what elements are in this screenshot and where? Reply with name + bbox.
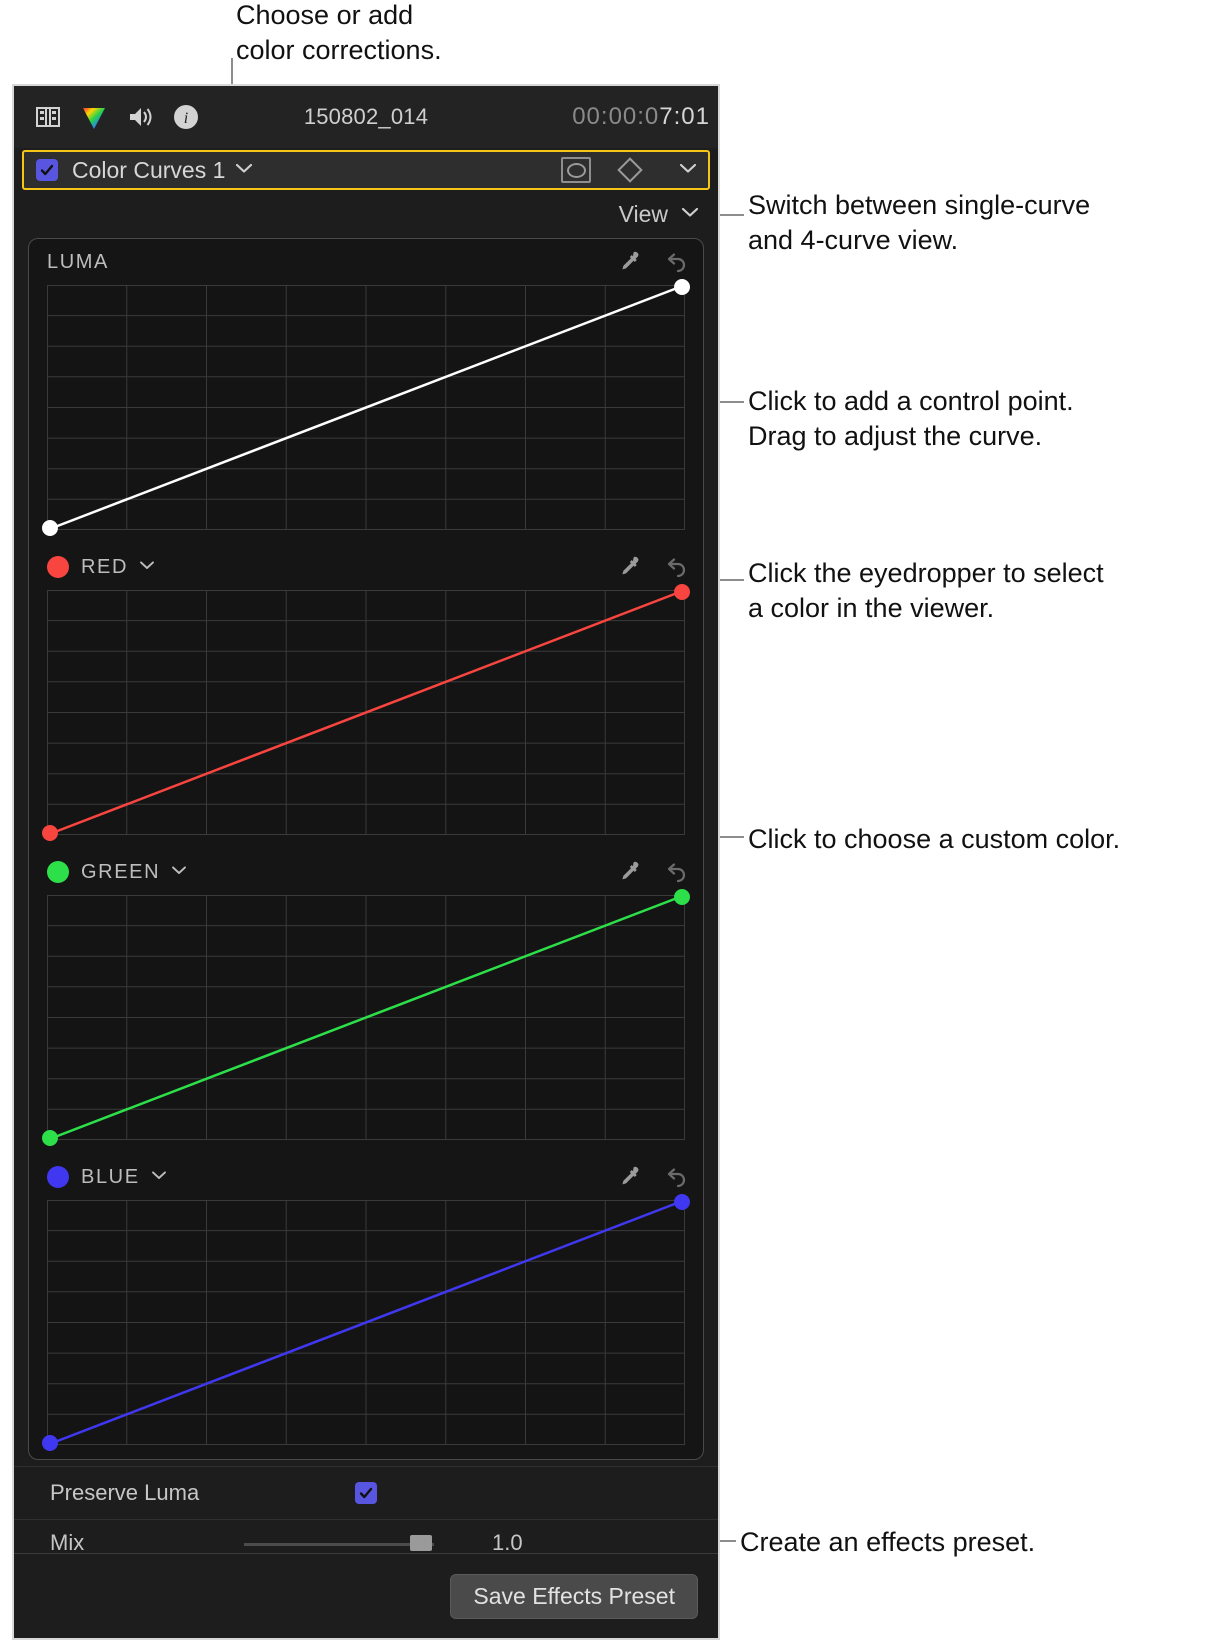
- audio-speaker-icon[interactable]: [126, 103, 154, 131]
- annotation-save-preset-text: Create an effects preset.: [740, 1527, 1036, 1557]
- control-point: [42, 1435, 58, 1451]
- curve-tools-blue: [617, 1164, 689, 1190]
- curve-header-blue: BLUE: [29, 1154, 703, 1200]
- curve-block-green: GREEN: [29, 849, 703, 1146]
- color-swatch-green[interactable]: [47, 861, 69, 883]
- control-point: [42, 1130, 58, 1146]
- film-strip-icon[interactable]: [34, 103, 62, 131]
- curve-tools-red: [617, 554, 689, 580]
- curve-block-luma: LUMA: [29, 239, 703, 536]
- preserve-luma-label: Preserve Luma: [50, 1480, 200, 1505]
- curve-header-red: RED: [29, 544, 703, 590]
- eyedropper-icon[interactable]: [617, 859, 643, 885]
- keyframe-menu-chevron-icon[interactable]: [678, 161, 698, 180]
- view-chevron-down-icon[interactable]: [680, 205, 700, 224]
- reset-icon[interactable]: [663, 859, 689, 885]
- mask-oval-icon: [566, 162, 586, 178]
- curve-graph-blue[interactable]: [42, 1194, 690, 1451]
- effect-header-row[interactable]: Color Curves 1: [22, 150, 710, 190]
- curve-tools-luma: [617, 249, 689, 275]
- color-curves-container: LUMA RED GREEN BLUE: [28, 238, 704, 1460]
- control-point: [674, 1194, 690, 1210]
- control-point: [674, 279, 690, 295]
- info-icon[interactable]: i: [172, 103, 200, 131]
- annotation-eyedropper-text: Click the eyedropper to select a color i…: [748, 558, 1104, 623]
- annotation-custom-color-text: Click to choose a custom color.: [748, 824, 1121, 854]
- annotation-switch-view-text: Switch between single-curve and 4-curve …: [748, 190, 1091, 255]
- curve-label-luma: LUMA: [47, 250, 109, 273]
- curve-header-green: GREEN: [29, 849, 703, 895]
- curve-label-green: GREEN: [81, 860, 161, 883]
- curve-tools-green: [617, 859, 689, 885]
- save-effects-preset-button[interactable]: Save Effects Preset: [450, 1573, 698, 1619]
- view-label: View: [618, 200, 668, 227]
- curve-graph-red[interactable]: [42, 584, 690, 841]
- color-wheel-icon[interactable]: [80, 103, 108, 131]
- timecode-dim: 00:00:0: [572, 103, 660, 130]
- reset-icon[interactable]: [663, 554, 689, 580]
- red-chevron-down-icon[interactable]: [138, 558, 156, 576]
- keyframe-diamond-icon[interactable]: [617, 157, 643, 183]
- curve-block-red: RED: [29, 544, 703, 841]
- curve-label-blue: BLUE: [81, 1165, 140, 1188]
- blue-chevron-down-icon[interactable]: [150, 1168, 168, 1186]
- color-swatch-red[interactable]: [47, 556, 69, 578]
- eyedropper-icon[interactable]: [617, 1164, 643, 1190]
- curve-label-red: RED: [81, 555, 129, 578]
- mix-slider-knob[interactable]: [410, 1535, 432, 1551]
- effect-enable-checkbox[interactable]: [36, 159, 58, 181]
- reset-icon[interactable]: [663, 1164, 689, 1190]
- eyedropper-icon[interactable]: [617, 554, 643, 580]
- control-point: [42, 825, 58, 841]
- reset-icon[interactable]: [663, 249, 689, 275]
- curve-graph-luma[interactable]: [42, 279, 690, 536]
- eyedropper-icon[interactable]: [617, 249, 643, 275]
- annotation-add-control-point-text: Click to add a control point. Drag to ad…: [748, 386, 1074, 451]
- green-chevron-down-icon[interactable]: [170, 863, 188, 881]
- preserve-luma-checkbox[interactable]: [355, 1482, 377, 1504]
- timecode-bright: 7:01: [659, 103, 710, 130]
- curve-header-luma: LUMA: [29, 239, 703, 285]
- inspector-toolbar: i 150802_014 00:00:07:01: [14, 86, 718, 148]
- chevron-down-icon[interactable]: [234, 161, 254, 180]
- control-point: [674, 584, 690, 600]
- curve-block-blue: BLUE: [29, 1154, 703, 1451]
- mix-slider-track[interactable]: [244, 1543, 434, 1546]
- annotation-choose-add-text: Choose or add color corrections.: [236, 0, 442, 65]
- view-switch-row[interactable]: View: [14, 190, 718, 238]
- control-point: [42, 520, 58, 536]
- control-point: [674, 889, 690, 905]
- effect-row-tools: [561, 157, 708, 183]
- preserve-luma-row[interactable]: Preserve Luma: [14, 1466, 718, 1519]
- color-swatch-blue[interactable]: [47, 1166, 69, 1188]
- curve-graph-green[interactable]: [42, 889, 690, 1146]
- inspector-panel: i 150802_014 00:00:07:01 Color Curves 1 …: [12, 84, 720, 1640]
- mask-button[interactable]: [561, 157, 591, 183]
- timecode-display[interactable]: 00:00:07:01: [572, 103, 710, 131]
- svg-text:i: i: [184, 110, 188, 127]
- inspector-tab-icons: i: [14, 103, 200, 131]
- inspector-bottom-bar: Save Effects Preset: [14, 1553, 718, 1638]
- effect-name-label: Color Curves 1: [72, 156, 226, 183]
